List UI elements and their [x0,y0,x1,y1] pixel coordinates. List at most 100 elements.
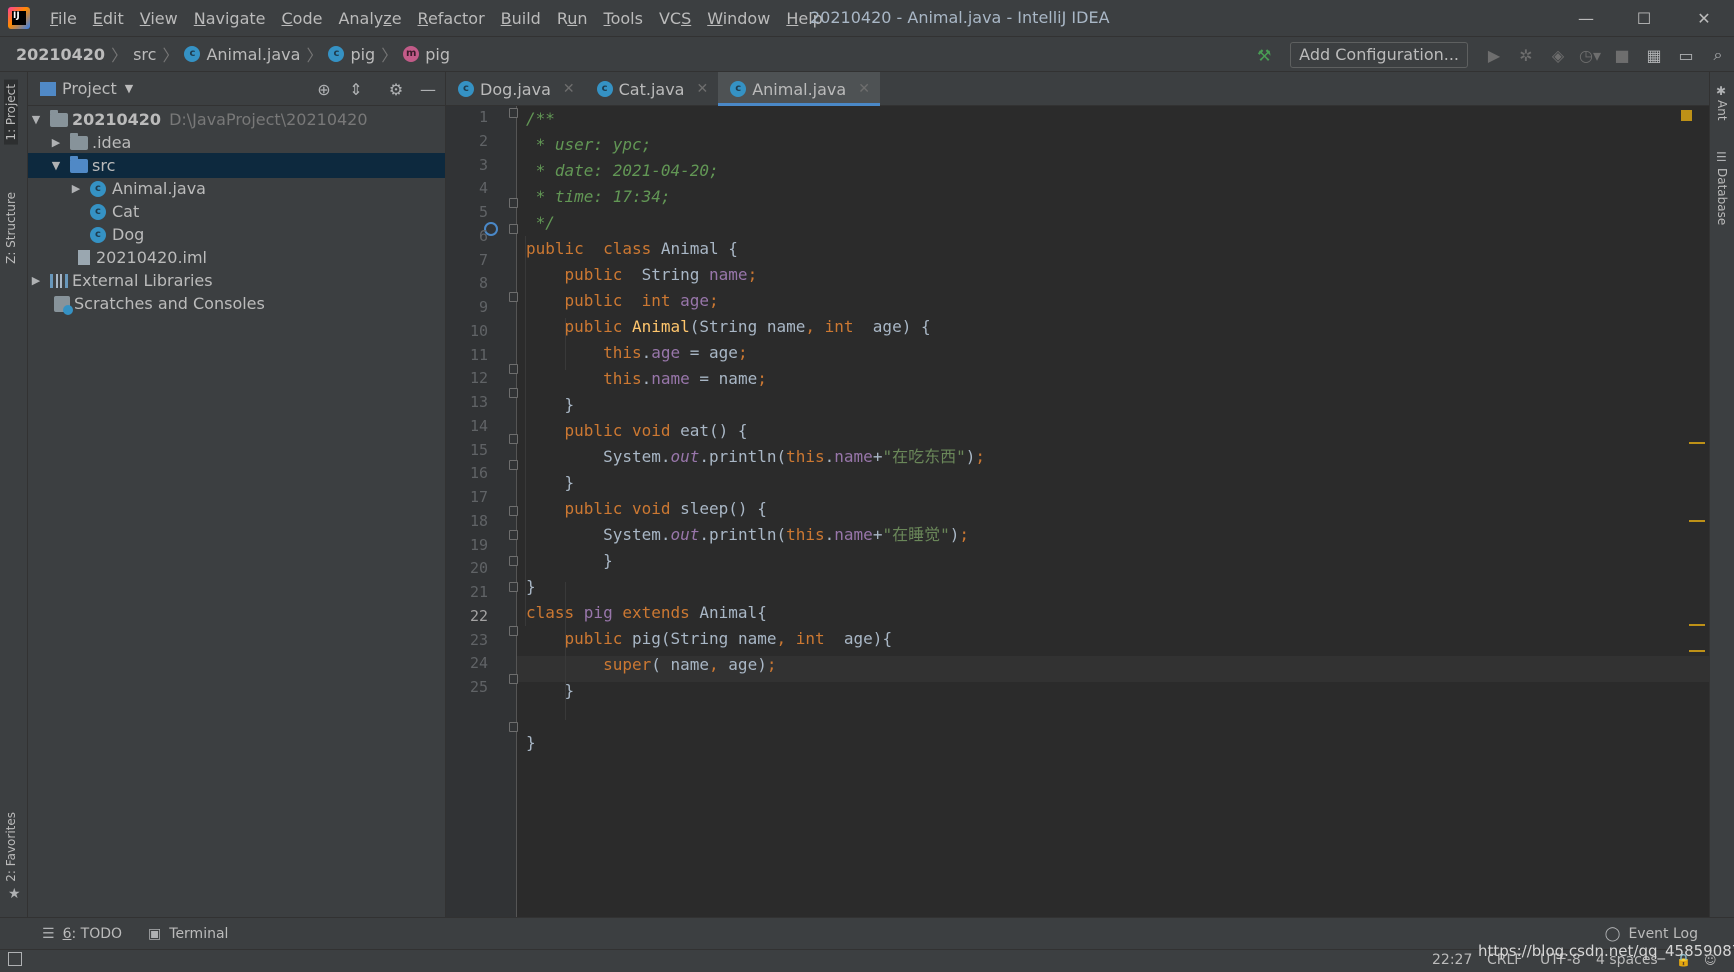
menu-item[interactable]: Edit [85,9,132,28]
menu-item[interactable]: Window [699,9,778,28]
hide-panel-icon[interactable]: — [414,72,442,106]
fold-marker-icon[interactable] [509,224,518,234]
menu-item[interactable]: Refactor [410,9,493,28]
stop-icon[interactable]: ■ [1606,37,1638,73]
collapsed-arrow-icon[interactable]: ▶ [70,182,82,195]
tree-item-src[interactable]: ▼ src [28,153,445,178]
line-number[interactable]: 3 [446,156,488,174]
project-tool-tab[interactable]: 1: Project [4,80,18,145]
add-configuration-button[interactable]: Add Configuration... [1290,42,1468,68]
lock-icon[interactable]: 🔒 [1676,953,1691,967]
favorites-tool-tab[interactable]: 2: Favorites [4,812,18,882]
chevron-down-icon[interactable]: ▼ [125,82,133,95]
run-icon[interactable]: ▶ [1478,37,1510,73]
close-tab-icon[interactable]: ✕ [563,81,575,97]
tree-item-external-libraries[interactable]: ▶ External Libraries [28,268,445,293]
collapsed-arrow-icon[interactable]: ▶ [30,274,42,287]
breadcrumb-file[interactable]: c Animal.java [184,45,300,64]
structure-tool-tab[interactable]: Z: Structure [4,192,18,264]
fold-marker-icon[interactable] [509,460,518,470]
gear-icon[interactable]: ⚙ [382,72,410,106]
menu-item[interactable]: Build [493,9,549,28]
scroll-marker[interactable] [1689,520,1705,522]
tab-dog-java[interactable]: c Dog.java ✕ [446,72,585,106]
expanded-arrow-icon[interactable]: ▼ [50,159,62,172]
event-log-tool-tab[interactable]: ◯ Event Log [1605,926,1698,942]
tree-item-scratches[interactable]: Scratches and Consoles [28,291,445,316]
fold-marker-icon[interactable] [509,108,518,118]
collapsed-arrow-icon[interactable]: ▶ [50,136,62,149]
expanded-arrow-icon[interactable]: ▼ [30,113,42,126]
project-structure-icon[interactable]: ▦ [1638,37,1670,73]
line-number[interactable]: 5 [446,203,488,221]
todo-tool-tab[interactable]: ☰ 6: TODO [42,926,122,942]
line-number[interactable]: 4 [446,179,488,197]
fold-marker-icon[interactable] [509,530,518,540]
fold-marker-icon[interactable] [509,434,518,444]
line-number[interactable]: 7 [446,251,488,269]
line-number[interactable]: 22 [446,607,488,625]
line-number[interactable]: 23 [446,631,488,649]
line-number[interactable]: 24 [446,654,488,672]
line-number[interactable]: 9 [446,298,488,316]
fold-marker-icon[interactable] [509,674,518,684]
terminal-tool-tab[interactable]: ▣ Terminal [148,926,228,942]
database-tool-tab[interactable]: Database [1715,168,1729,225]
tree-item-dog[interactable]: c Dog [28,222,445,247]
menu-item[interactable]: View [132,9,186,28]
caret-position[interactable]: 22:27 [1432,952,1472,968]
fold-marker-icon[interactable] [509,626,518,636]
search-icon[interactable]: ⌕ [1702,37,1734,73]
line-number[interactable]: 10 [446,322,488,340]
line-number[interactable]: 14 [446,417,488,435]
breadcrumb-class[interactable]: c pig [328,45,375,64]
locate-file-icon[interactable]: ⊕ [310,72,338,106]
breadcrumb-src[interactable]: src [133,45,156,64]
menu-item[interactable]: Run [549,9,596,28]
close-tab-icon[interactable]: ✕ [858,81,870,97]
fold-marker-icon[interactable] [509,582,518,592]
tab-cat-java[interactable]: c Cat.java ✕ [585,72,719,106]
line-number[interactable]: 1 [446,108,488,126]
line-number[interactable]: 8 [446,274,488,292]
tree-item-idea[interactable]: ▶ .idea [28,130,445,155]
tab-animal-java[interactable]: c Animal.java ✕ [718,72,880,106]
line-number[interactable]: 16 [446,464,488,482]
menu-item[interactable]: Analyze [330,9,409,28]
menu-item[interactable]: Tools [596,9,651,28]
fold-marker-icon[interactable] [509,506,518,516]
tree-item-root[interactable]: ▼ 20210420 D:\JavaProject\20210420 [28,107,445,132]
line-number[interactable]: 19 [446,536,488,554]
minimize-button[interactable]: — [1558,0,1614,36]
menu-item[interactable]: VCS [651,9,699,28]
maximize-button[interactable]: ☐ [1616,0,1672,36]
tree-item-iml[interactable]: 20210420.iml [28,245,445,270]
line-number[interactable]: 12 [446,369,488,387]
close-tab-icon[interactable]: ✕ [696,81,708,97]
fold-marker-icon[interactable] [509,292,518,302]
line-number[interactable]: 2 [446,132,488,150]
line-number[interactable]: 17 [446,488,488,506]
fold-marker-icon[interactable] [509,198,518,208]
line-number[interactable]: 11 [446,346,488,364]
fold-marker-icon[interactable] [509,388,518,398]
fold-marker-icon[interactable] [509,722,518,732]
close-button[interactable]: ✕ [1676,0,1732,36]
toggle-tool-windows-icon[interactable] [8,952,22,966]
profile-icon[interactable]: ◷▾ [1574,37,1606,73]
ant-tool-tab[interactable]: Ant [1715,100,1729,121]
build-hammer-icon[interactable]: ⚒ [1248,37,1280,73]
code-editor[interactable]: 1 2 3 4 5 6 7 8 9 10 11 12 13 14 15 16 17 18 19 20 21 22 23 24 2… [446,106,1709,917]
scroll-marker[interactable] [1689,624,1705,626]
menu-item[interactable]: Code [274,9,331,28]
coverage-icon[interactable]: ◈ [1542,37,1574,73]
menu-item[interactable]: Navigate [186,9,274,28]
line-number[interactable]: 20 [446,559,488,577]
collapse-all-icon[interactable]: ⇕ [342,72,370,106]
debug-icon[interactable]: ✲ [1510,37,1542,73]
project-view-selector[interactable]: Project [62,79,117,98]
inspection-warning-icon[interactable] [1681,110,1692,121]
fold-marker-icon[interactable] [509,364,518,374]
scroll-marker[interactable] [1689,442,1705,444]
line-number[interactable]: 25 [446,678,488,696]
